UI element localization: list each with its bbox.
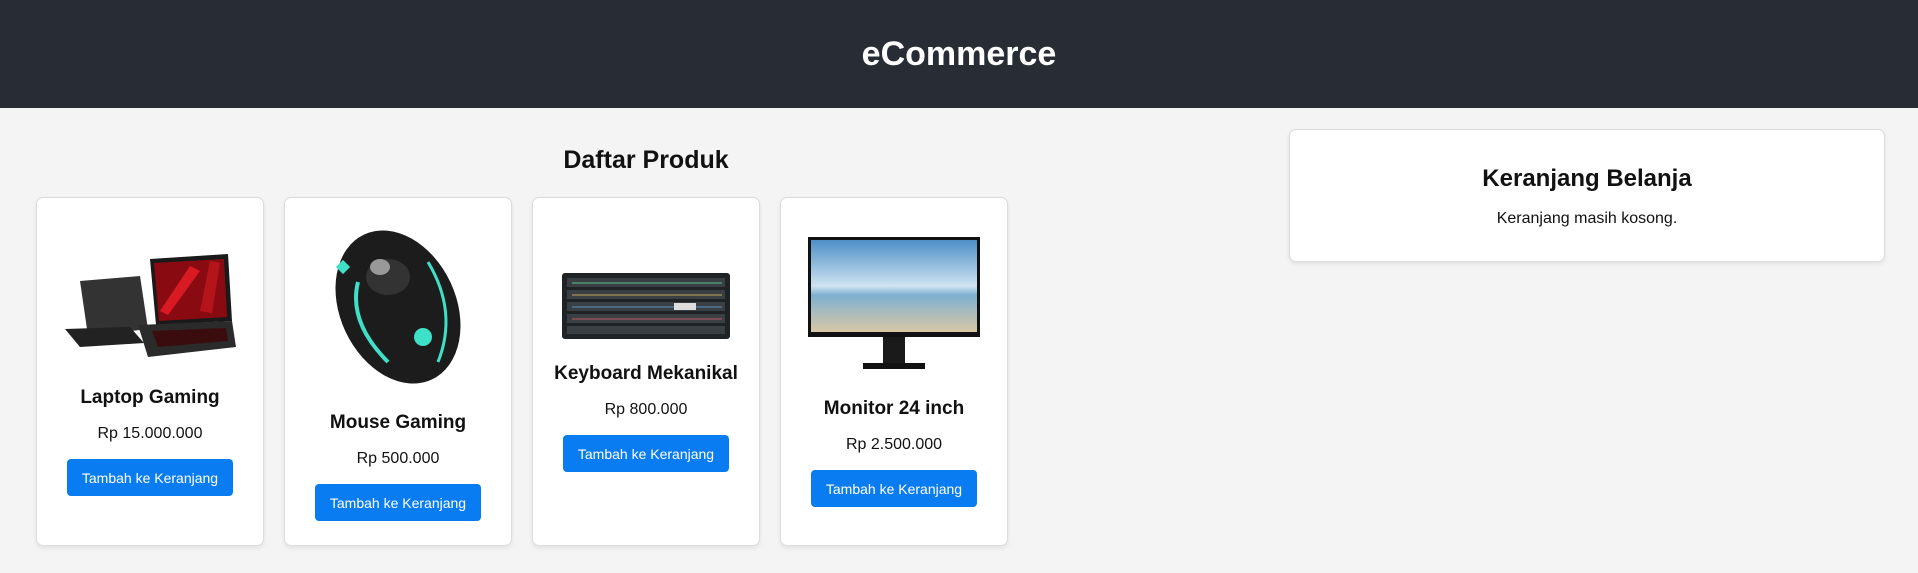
add-to-cart-button[interactable]: Tambah ke Keranjang <box>315 484 481 521</box>
product-card-keyboard: Keyboard Mekanikal Rp 800.000 Tambah ke … <box>532 197 760 546</box>
product-card-mouse: Mouse Gaming Rp 500.000 Tambah ke Keranj… <box>284 197 512 546</box>
product-price: Rp 500.000 <box>356 450 440 467</box>
product-card-monitor: Monitor 24 inch Rp 2.500.000 Tambah ke K… <box>780 197 1008 546</box>
cart-empty-text: Keranjang masih kosong. <box>1496 210 1678 227</box>
monitor-image <box>804 236 984 376</box>
product-card-laptop: Laptop Gaming Rp 15.000.000 Tambah ke Ke… <box>36 197 264 546</box>
add-to-cart-button[interactable]: Tambah ke Keranjang <box>811 470 977 507</box>
products-heading: Daftar Produk <box>563 146 729 174</box>
product-name: Monitor 24 inch <box>823 398 965 419</box>
cart-title: Keranjang Belanja <box>1482 165 1692 192</box>
laptop-image <box>60 247 240 365</box>
mouse-image <box>308 222 488 390</box>
product-price: Rp 800.000 <box>604 401 688 418</box>
add-to-cart-button[interactable]: Tambah ke Keranjang <box>67 459 233 496</box>
product-name: Mouse Gaming <box>329 412 467 433</box>
cart-panel: Keranjang Belanja Keranjang masih kosong… <box>1289 129 1885 262</box>
product-price: Rp 15.000.000 <box>97 425 203 442</box>
product-price: Rp 2.500.000 <box>845 436 943 453</box>
site-title: eCommerce <box>861 34 1057 73</box>
site-header: eCommerce <box>0 0 1918 108</box>
add-to-cart-button[interactable]: Tambah ke Keranjang <box>563 435 729 472</box>
keyboard-image <box>556 271 736 341</box>
product-name: Laptop Gaming <box>80 387 220 408</box>
product-name: Keyboard Mekanikal <box>554 363 738 384</box>
